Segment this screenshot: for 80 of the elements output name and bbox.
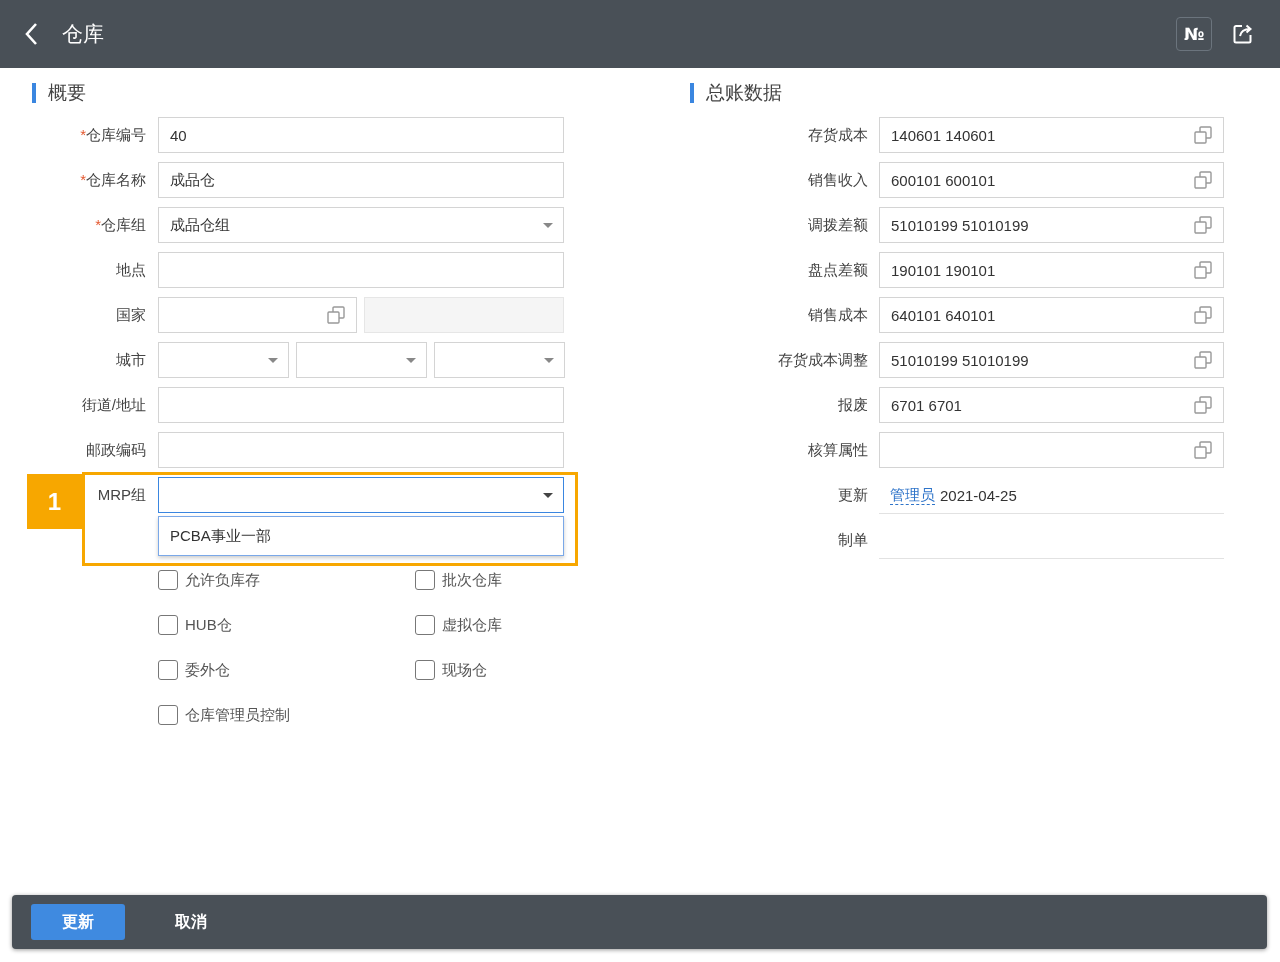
field-label: 街道/地址 bbox=[81, 395, 146, 415]
page-title: 仓库 bbox=[62, 21, 104, 47]
required-mark: * bbox=[80, 126, 86, 143]
copy-icon[interactable] bbox=[1193, 170, 1213, 190]
date-text: 2021-04-25 bbox=[940, 486, 1017, 504]
checkbox-label: 虚拟仓库 bbox=[442, 615, 502, 635]
field-label: 核算属性 bbox=[808, 440, 868, 460]
dropdown-option[interactable]: PCBA事业一部 bbox=[159, 517, 563, 555]
field-label: 盘点差额 bbox=[808, 260, 868, 280]
checkbox-label: 批次仓库 bbox=[442, 570, 502, 590]
lookup-field[interactable] bbox=[879, 432, 1224, 468]
callout-badge: 1 bbox=[27, 474, 82, 529]
lookup-field[interactable]: 51010199 51010199 bbox=[879, 342, 1224, 378]
copy-icon[interactable] bbox=[1193, 305, 1213, 325]
checkbox[interactable] bbox=[158, 705, 178, 725]
checkbox[interactable] bbox=[158, 570, 178, 590]
copy-icon[interactable] bbox=[1193, 350, 1213, 370]
copy-icon[interactable] bbox=[326, 305, 346, 325]
section-title: 概要 bbox=[48, 80, 86, 105]
lookup-field[interactable]: 140601 140601 bbox=[879, 117, 1224, 153]
caret-icon bbox=[543, 222, 553, 228]
field-label: 报废 bbox=[838, 395, 868, 415]
checkbox[interactable] bbox=[158, 615, 178, 635]
copy-icon[interactable] bbox=[1193, 440, 1213, 460]
input-field[interactable] bbox=[158, 432, 564, 468]
field-label: 调拨差额 bbox=[808, 215, 868, 235]
checkbox[interactable] bbox=[415, 615, 435, 635]
caret-icon bbox=[543, 492, 553, 498]
user-link[interactable]: 管理员 bbox=[890, 485, 935, 505]
copy-icon[interactable] bbox=[1193, 215, 1213, 235]
field-label: 国家 bbox=[116, 305, 146, 325]
field-label: 更新 bbox=[838, 485, 868, 505]
copy-icon[interactable] bbox=[1193, 260, 1213, 280]
section-title: 总账数据 bbox=[706, 80, 782, 105]
lookup-field[interactable] bbox=[158, 297, 357, 333]
update-button[interactable]: 更新 bbox=[31, 904, 125, 940]
field-label: 存货成本 bbox=[808, 125, 868, 145]
copy-icon[interactable] bbox=[1193, 125, 1213, 145]
checkbox[interactable] bbox=[415, 660, 435, 680]
field-label: 制单 bbox=[838, 530, 868, 550]
input-field[interactable] bbox=[158, 387, 564, 423]
field-label: *仓库组 bbox=[95, 215, 146, 235]
field-label: 销售成本 bbox=[808, 305, 868, 325]
lookup-field[interactable]: 600101 600101 bbox=[879, 162, 1224, 198]
field-label: 销售收入 bbox=[808, 170, 868, 190]
required-mark: * bbox=[80, 171, 86, 188]
caret-icon bbox=[544, 357, 554, 363]
section-marker bbox=[690, 82, 694, 103]
lookup-field[interactable]: 190101 190101 bbox=[879, 252, 1224, 288]
field-label: 地点 bbox=[116, 260, 146, 280]
input-field[interactable]: 成品仓 bbox=[158, 162, 564, 198]
input-field[interactable] bbox=[158, 252, 564, 288]
checkbox-label: 委外仓 bbox=[185, 660, 230, 680]
select-field[interactable]: 成品仓组 bbox=[158, 207, 564, 243]
copy-icon[interactable] bbox=[1193, 395, 1213, 415]
checkbox[interactable] bbox=[415, 570, 435, 590]
lookup-field[interactable]: 6701 6701 bbox=[879, 387, 1224, 423]
checkbox-label: HUB仓 bbox=[185, 615, 232, 635]
lookup-field[interactable]: 51010199 51010199 bbox=[879, 207, 1224, 243]
caret-icon bbox=[268, 357, 278, 363]
field-label: 邮政编码 bbox=[86, 440, 146, 460]
checkbox-label: 仓库管理员控制 bbox=[185, 705, 290, 725]
section-marker bbox=[32, 82, 36, 103]
checkbox-label: 允许负库存 bbox=[185, 570, 260, 590]
input-field[interactable]: 40 bbox=[158, 117, 564, 153]
field-label: 存货成本调整 bbox=[778, 350, 868, 370]
field-label: 城市 bbox=[116, 350, 146, 370]
required-mark: * bbox=[95, 216, 101, 233]
cancel-button[interactable]: 取消 bbox=[144, 904, 238, 940]
field-label: *仓库编号 bbox=[80, 125, 146, 145]
number-button[interactable]: № bbox=[1176, 17, 1212, 51]
field-label: MRP组 bbox=[97, 485, 146, 505]
checkbox[interactable] bbox=[158, 660, 178, 680]
caret-icon bbox=[406, 357, 416, 363]
field-label: *仓库名称 bbox=[80, 170, 146, 190]
share-icon[interactable] bbox=[1232, 23, 1254, 45]
select-field[interactable] bbox=[158, 477, 564, 513]
checkbox-label: 现场仓 bbox=[442, 660, 487, 680]
back-icon[interactable] bbox=[24, 22, 38, 46]
lookup-field[interactable]: 640101 640101 bbox=[879, 297, 1224, 333]
